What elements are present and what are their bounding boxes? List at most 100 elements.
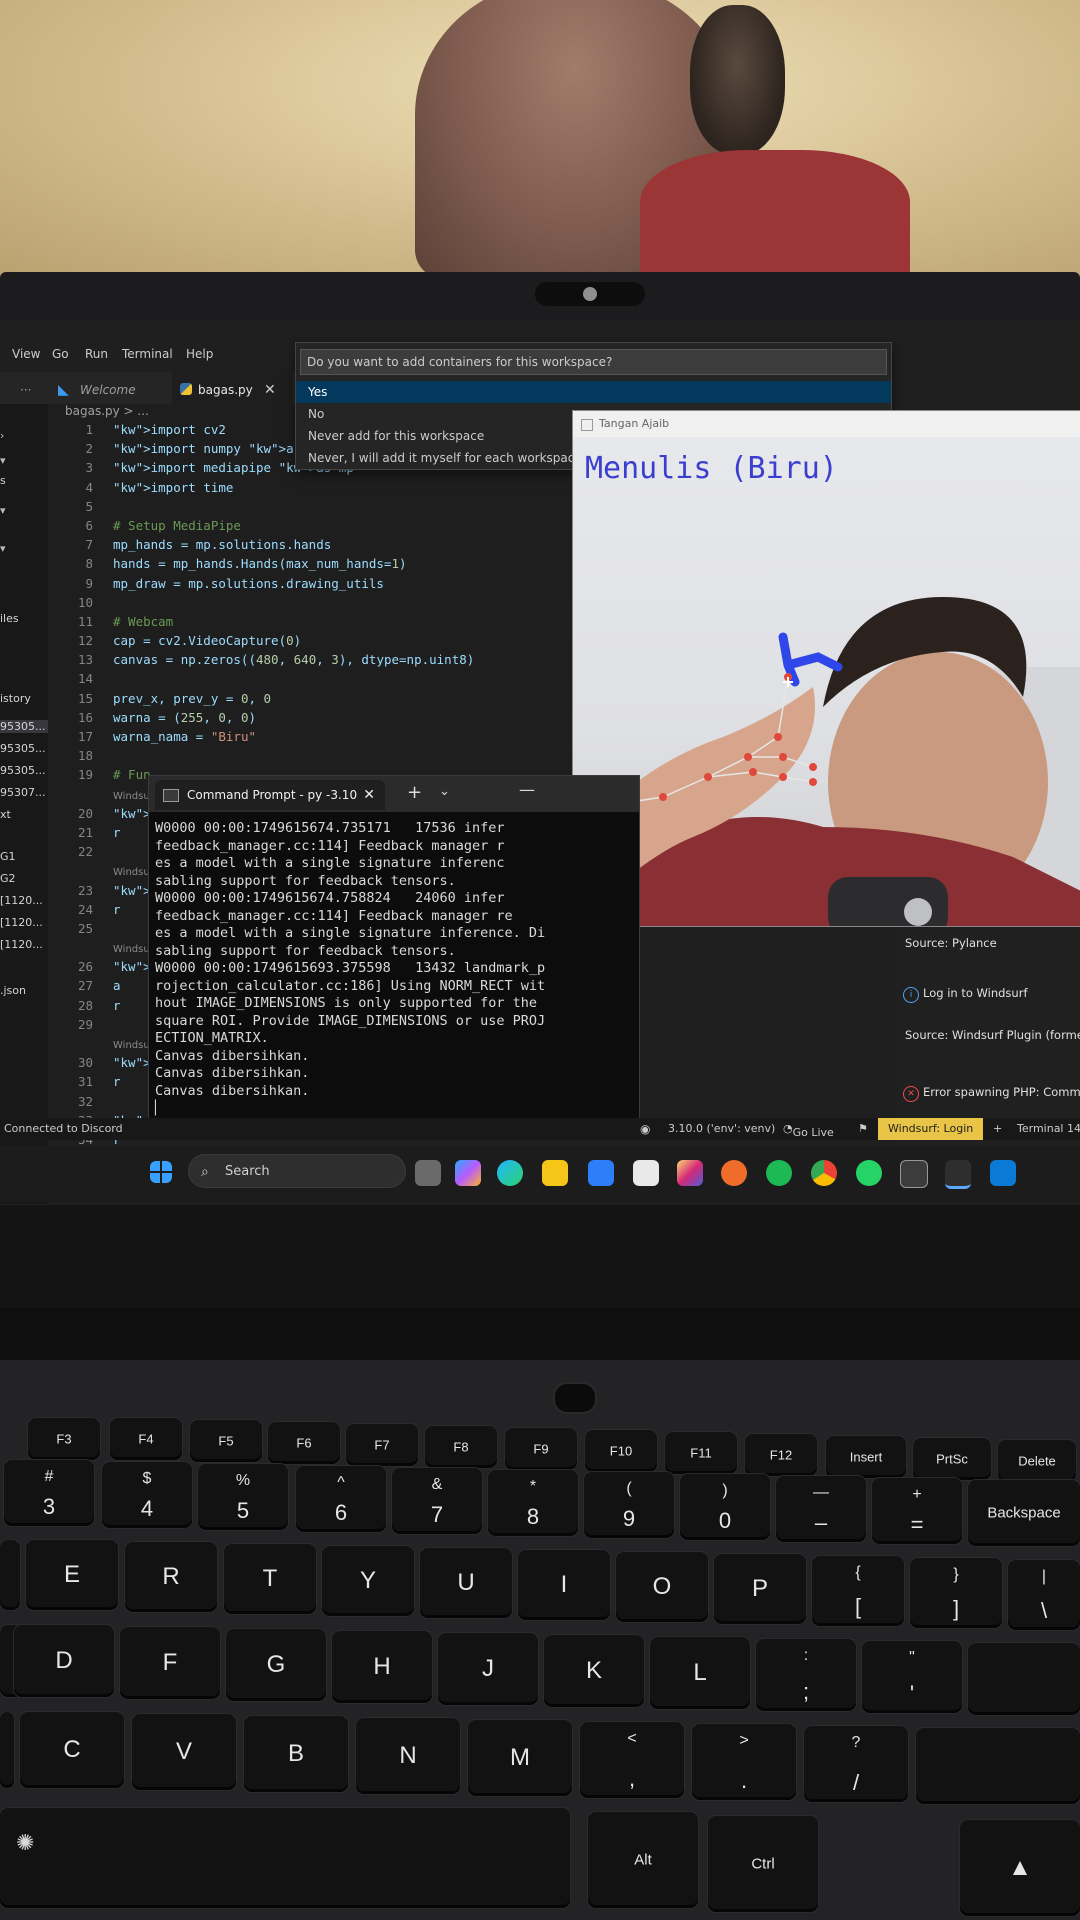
discord-status[interactable]: Connected to Discord [4, 1122, 123, 1135]
key-d[interactable]: D [14, 1625, 114, 1697]
key-j[interactable]: J [438, 1633, 538, 1705]
key-space[interactable]: ✺ [0, 1808, 570, 1908]
key-right-bracket[interactable]: }] [910, 1558, 1002, 1628]
key-7[interactable]: & 7 [392, 1468, 482, 1534]
sidebar-arrow-icon[interactable]: ▾ [0, 454, 6, 467]
sidebar-item[interactable]: 95307... [0, 786, 45, 799]
command-prompt-window[interactable]: Command Prompt - py -3.10 ✕ + ⌄ — W0000 … [148, 775, 640, 1137]
key-c[interactable]: C [20, 1712, 124, 1788]
minimize-button[interactable]: — [519, 780, 535, 799]
sidebar-item[interactable]: G2 [0, 872, 16, 885]
key-alt[interactable]: Alt [588, 1812, 698, 1908]
tab-welcome[interactable]: ◣ Welcome [52, 372, 172, 408]
plus-icon[interactable]: + [993, 1122, 1002, 1135]
key-slash[interactable]: ? / [804, 1726, 908, 1802]
tab-overflow[interactable]: ··· [0, 372, 50, 408]
python-app-icon[interactable] [945, 1160, 971, 1189]
chevron-icon[interactable]: › [0, 429, 4, 442]
key-n[interactable]: N [356, 1718, 460, 1794]
key-x-partial[interactable] [0, 1712, 14, 1788]
key-l[interactable]: L [650, 1637, 750, 1709]
key-w-partial[interactable] [0, 1540, 20, 1610]
key-p[interactable]: P [714, 1554, 806, 1624]
key-f[interactable]: F [120, 1627, 220, 1699]
terminal-output[interactable]: W0000 00:00:1749615674.735171 17536 infe… [149, 812, 639, 1126]
terminal-tab[interactable]: Command Prompt - py -3.10 ✕ [155, 780, 385, 810]
key-period[interactable]: >. [692, 1724, 796, 1800]
error-notification[interactable]: ✕ Error spawning PHP: Comm [903, 1085, 1080, 1102]
sidebar-arrow-icon[interactable]: ▾ [0, 542, 6, 555]
python-interpreter[interactable]: 3.10.0 ('env': venv) [668, 1122, 775, 1135]
key-u[interactable]: U [420, 1548, 512, 1618]
key-h[interactable]: H [332, 1631, 432, 1703]
key-insert[interactable]: Insert [826, 1436, 906, 1478]
wps-icon[interactable] [721, 1160, 747, 1186]
copilot-app-icon[interactable] [455, 1160, 481, 1186]
key-f11[interactable]: F11 [665, 1432, 737, 1474]
menu-view[interactable]: View [12, 347, 40, 361]
key-8[interactable]: * 8 [488, 1470, 578, 1536]
key-f7[interactable]: F7 [346, 1424, 418, 1466]
key-t[interactable]: T [224, 1544, 316, 1614]
windsurf-login-badge[interactable]: Windsurf: Login [878, 1118, 984, 1140]
key-f3[interactable]: F3 [28, 1418, 100, 1460]
key-r[interactable]: R [125, 1542, 217, 1612]
sidebar-item[interactable]: G1 [0, 850, 16, 863]
key-equals[interactable]: + = [872, 1478, 962, 1544]
key-3[interactable]: #3 [4, 1460, 94, 1526]
key-b[interactable]: B [244, 1716, 348, 1792]
sidebar-item[interactable]: 95305... [0, 764, 45, 777]
key-o[interactable]: O [616, 1552, 708, 1622]
opencv-window[interactable]: Tangan Ajaib Menulis (Biru) [572, 410, 1080, 927]
sidebar-item[interactable]: [1120... [0, 916, 43, 929]
close-icon[interactable]: ✕ [264, 372, 276, 408]
key-f10[interactable]: F10 [585, 1430, 657, 1472]
key-semicolon[interactable]: :; [756, 1639, 856, 1711]
key-right-shift[interactable] [916, 1728, 1080, 1804]
key-f9[interactable]: F9 [505, 1428, 577, 1470]
task-view-icon[interactable] [415, 1160, 441, 1186]
sidebar-item[interactable]: [1120... [0, 894, 43, 907]
key-minus[interactable]: — – [776, 1476, 866, 1542]
sidebar-item[interactable]: s [0, 474, 6, 487]
sidebar-item[interactable]: iles [0, 612, 19, 625]
key-g[interactable]: G [226, 1629, 326, 1701]
spotify-icon[interactable] [766, 1160, 792, 1186]
edge-icon[interactable] [497, 1160, 523, 1186]
sidebar-item[interactable]: istory [0, 692, 31, 705]
store-icon[interactable] [633, 1160, 659, 1186]
mail-icon[interactable] [588, 1160, 614, 1186]
option-yes[interactable]: Yes [296, 381, 891, 403]
key-comma[interactable]: <, [580, 1722, 684, 1798]
sidebar-item[interactable]: 95305... [0, 742, 45, 755]
key-left-bracket[interactable]: {[ [812, 1556, 904, 1626]
chevron-down-icon[interactable]: ⌄ [439, 784, 450, 799]
tab-bagas-py[interactable]: bagas.py ✕ [172, 372, 292, 408]
key-prtsc[interactable]: PrtSc [913, 1438, 991, 1480]
key-5[interactable]: % 5 [198, 1464, 288, 1530]
menu-run[interactable]: Run [85, 347, 108, 361]
instagram-icon[interactable] [677, 1160, 703, 1186]
opencv-titlebar[interactable]: Tangan Ajaib [573, 411, 1080, 437]
key-k[interactable]: K [544, 1635, 644, 1707]
copilot-icon[interactable]: ◉ [640, 1122, 650, 1136]
key-v[interactable]: V [132, 1714, 236, 1790]
key-arrow-up[interactable]: ▲ [960, 1820, 1080, 1916]
sidebar-item[interactable]: [1120... [0, 938, 43, 951]
menu-go[interactable]: Go [52, 347, 69, 361]
key-e[interactable]: E [26, 1540, 118, 1610]
menu-help[interactable]: Help [186, 347, 213, 361]
whatsapp-icon[interactable] [856, 1160, 882, 1186]
power-button[interactable] [553, 1382, 597, 1414]
key-f8[interactable]: F8 [425, 1426, 497, 1468]
sidebar-item[interactable]: xt [0, 808, 11, 821]
key-ctrl[interactable]: Ctrl [708, 1816, 818, 1912]
key-6[interactable]: ^ 6 [296, 1466, 386, 1532]
login-windsurf-link[interactable]: i Log in to Windsurf [903, 986, 1028, 1003]
key-0[interactable]: ) 0 [680, 1474, 770, 1540]
key-enter[interactable] [968, 1643, 1080, 1715]
sidebar-arrow-icon[interactable]: ▾ [0, 504, 6, 517]
sidebar-item[interactable]: .json [0, 984, 26, 997]
key-m[interactable]: M [468, 1720, 572, 1796]
key-y[interactable]: Y [322, 1546, 414, 1616]
